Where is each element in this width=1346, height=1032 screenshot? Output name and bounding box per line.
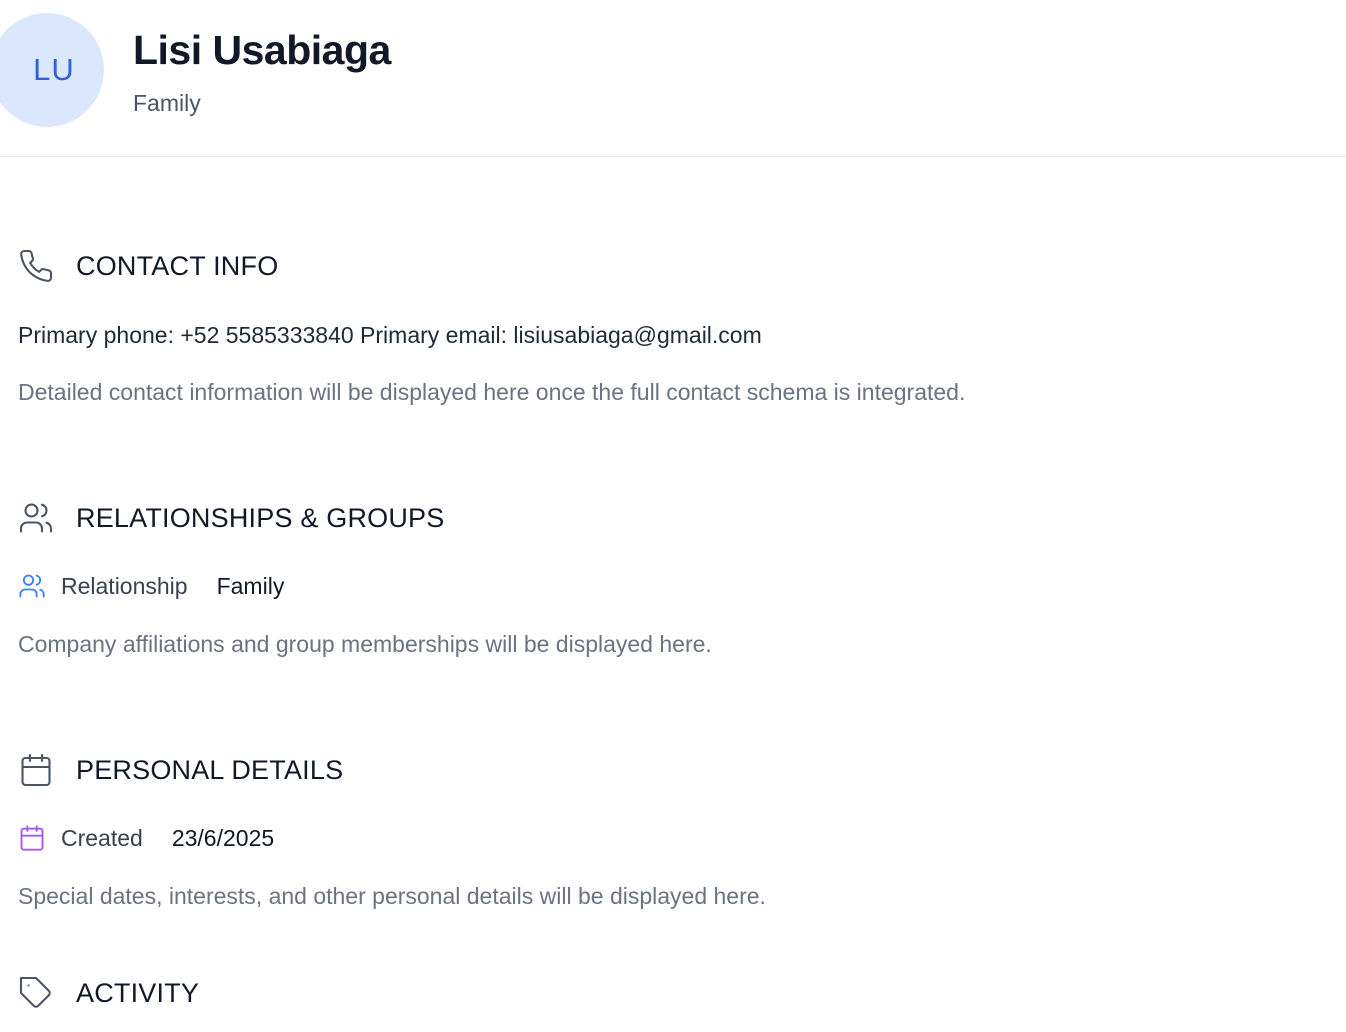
phone-icon — [20, 249, 53, 282]
section-title-activity: ACTIVITY — [76, 977, 200, 1008]
personal-details-note: Special dates, interests, and other pers… — [18, 883, 766, 909]
avatar-initials: LU — [33, 52, 75, 87]
calendar-icon — [21, 753, 51, 787]
section-relationships-header: RELATIONSHIPS & GROUPS — [18, 500, 444, 536]
section-personal-details-header: PERSONAL DETAILS — [18, 752, 343, 788]
tag-icon — [19, 976, 51, 1008]
avatar: LU — [0, 13, 104, 127]
relationship-field: Relationship Family — [18, 572, 284, 600]
contact-info-note: Detailed contact information will be dis… — [18, 379, 966, 405]
primary-contact-line: Primary phone: +52 5585333840 Primary em… — [18, 322, 762, 348]
contact-relationship-subtitle: Family — [133, 90, 201, 116]
section-title-personal-details: PERSONAL DETAILS — [76, 754, 344, 785]
contact-header: LU Lisi Usabiaga Family — [0, 0, 1346, 157]
relationships-note: Company affiliations and group membershi… — [18, 631, 712, 657]
contact-name: Lisi Usabiaga — [133, 27, 391, 73]
section-activity-header: ACTIVITY — [18, 975, 199, 1011]
created-field: Created 23/6/2025 — [18, 824, 274, 852]
users-icon — [19, 574, 45, 598]
relationship-label: Relationship — [61, 572, 188, 599]
calendar-icon — [20, 825, 44, 851]
users-icon — [19, 503, 53, 533]
section-title-relationships: RELATIONSHIPS & GROUPS — [76, 502, 445, 533]
created-label: Created — [61, 824, 143, 851]
section-contact-info-header: CONTACT INFO — [18, 248, 278, 284]
section-title-contact-info: CONTACT INFO — [76, 250, 279, 281]
created-value: 23/6/2025 — [171, 824, 275, 851]
relationship-value: Family — [216, 572, 285, 599]
